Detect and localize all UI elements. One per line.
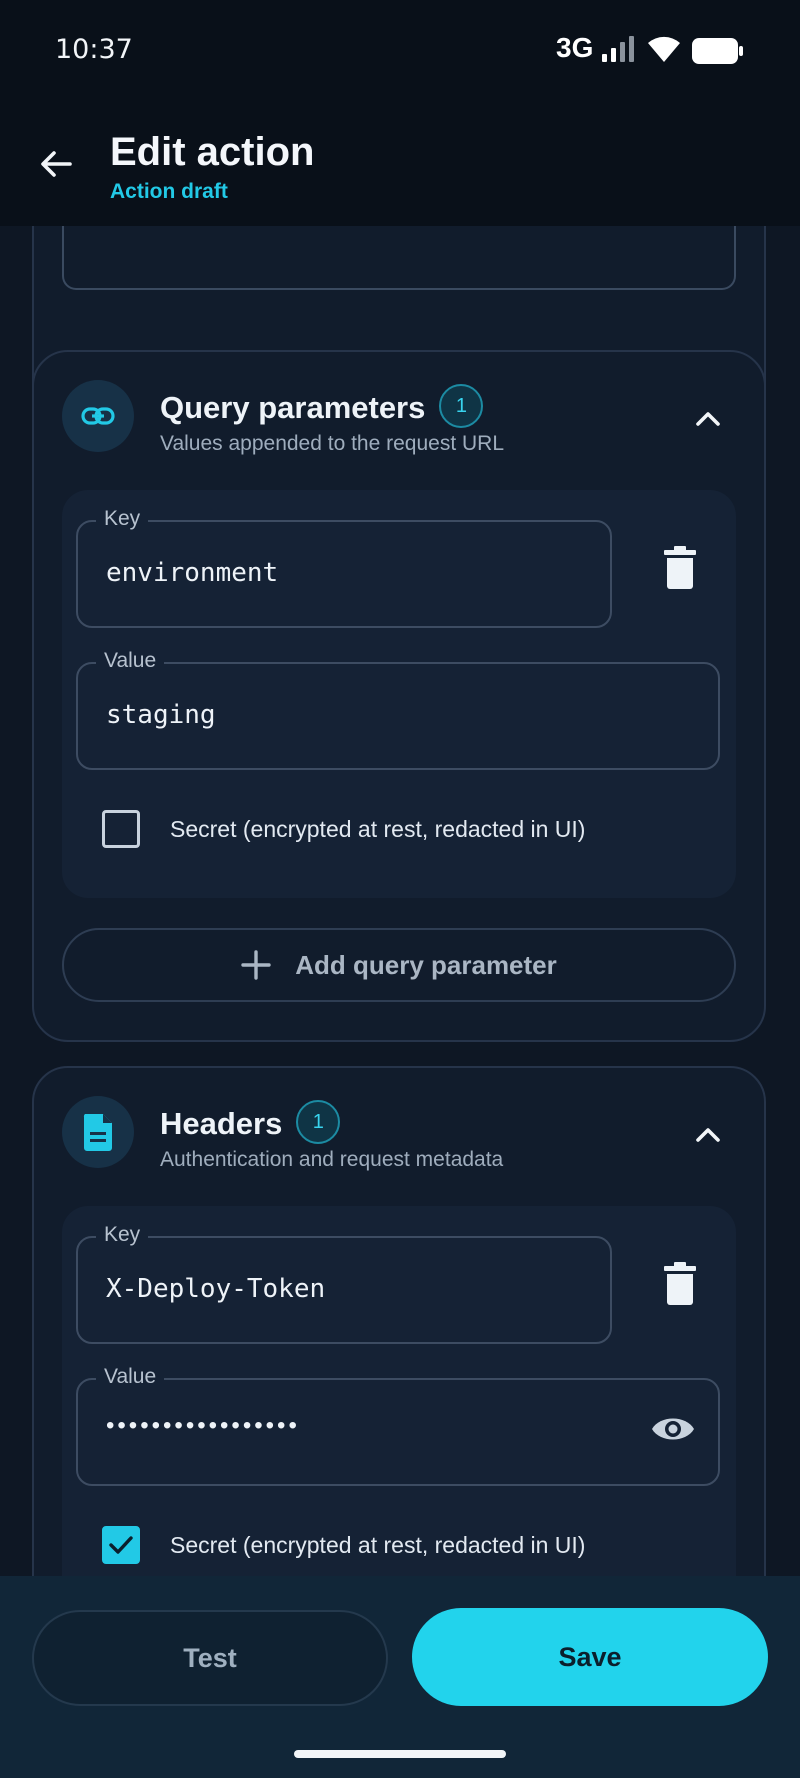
back-button[interactable]: [34, 142, 78, 186]
page-title: Edit action: [110, 130, 315, 174]
masked-value: •••••••••••••••••: [106, 1412, 300, 1439]
checkmark-icon: [109, 1536, 133, 1554]
value-field[interactable]: Value •••••••••••••••••: [76, 1365, 720, 1486]
secret-checkbox[interactable]: [102, 810, 140, 848]
value-field[interactable]: Value staging: [76, 649, 720, 770]
add-query-parameter-button[interactable]: Add query parameter: [62, 928, 736, 1002]
battery-icon: [692, 38, 743, 64]
save-button[interactable]: Save: [412, 1608, 768, 1706]
section-title-text: Query parameters: [160, 390, 426, 426]
section-description: Values appended to the request URL: [160, 432, 505, 455]
headers-card: Headers 1 Authentication and request meta…: [32, 1066, 766, 1576]
secret-label: Secret (encrypted at rest, redacted in U…: [170, 816, 586, 842]
add-query-parameter-label: Add query parameter: [295, 949, 557, 980]
key-value: X-Deploy-Token: [106, 1274, 326, 1304]
signal-icon: [602, 36, 634, 62]
key-field[interactable]: Key environment: [76, 507, 612, 628]
eye-icon[interactable]: [650, 1412, 696, 1446]
test-button[interactable]: Test: [32, 1610, 388, 1706]
previous-field[interactable]: [62, 226, 736, 290]
link-icon: [81, 407, 115, 425]
status-time: 10:37: [55, 34, 133, 65]
secret-checkbox[interactable]: [102, 1526, 140, 1564]
query-parameter-row: Key environment Value staging Secret (en…: [62, 490, 736, 898]
query-parameters-card: Query parameters 1 Values appended to the…: [32, 350, 766, 1042]
trash-icon[interactable]: [660, 546, 700, 590]
arrow-left-icon: [41, 151, 72, 177]
key-value: environment: [106, 558, 279, 588]
chevron-up-icon[interactable]: [688, 1114, 728, 1154]
key-label: Key: [96, 507, 149, 531]
secret-checkbox-row[interactable]: Secret (encrypted at rest, redacted in U…: [102, 1526, 662, 1566]
value-label: Value: [96, 1365, 165, 1389]
section-title: Headers 1: [160, 1100, 341, 1148]
count-badge: 1: [439, 384, 484, 428]
content-scroll[interactable]: Query parameters 1 Values appended to the…: [0, 226, 800, 1576]
trash-icon[interactable]: [660, 1262, 700, 1306]
secret-label: Secret (encrypted at rest, redacted in U…: [170, 1532, 586, 1558]
plus-icon: [241, 950, 271, 980]
chevron-up-icon[interactable]: [688, 398, 728, 438]
bottom-action-bar: Test Save: [0, 1576, 800, 1778]
key-field[interactable]: Key X-Deploy-Token: [76, 1223, 612, 1344]
home-indicator[interactable]: [294, 1750, 506, 1758]
wifi-icon: [648, 36, 680, 62]
page-subtitle: Action draft: [110, 180, 228, 203]
document-icon-circle: [62, 1096, 134, 1168]
network-type: 3G: [556, 32, 594, 63]
value-text: staging: [106, 700, 216, 730]
secret-checkbox-row[interactable]: Secret (encrypted at rest, redacted in U…: [102, 810, 662, 850]
app-bar: Edit action Action draft: [0, 100, 800, 226]
key-label: Key: [96, 1223, 149, 1247]
section-title: Query parameters 1: [160, 384, 484, 432]
section-description: Authentication and request metadata: [160, 1148, 504, 1171]
header-row: Key X-Deploy-Token Value •••••••••••••••…: [62, 1206, 736, 1576]
headers-header[interactable]: Headers 1 Authentication and request meta…: [34, 1068, 764, 1178]
value-label: Value: [96, 649, 165, 673]
status-bar: 10:37 3G: [0, 0, 800, 100]
count-badge: 1: [296, 1100, 341, 1144]
section-title-text: Headers: [160, 1106, 283, 1142]
query-parameters-header[interactable]: Query parameters 1 Values appended to the…: [34, 352, 764, 462]
document-icon: [83, 1114, 112, 1151]
link-icon-circle: [62, 380, 134, 452]
